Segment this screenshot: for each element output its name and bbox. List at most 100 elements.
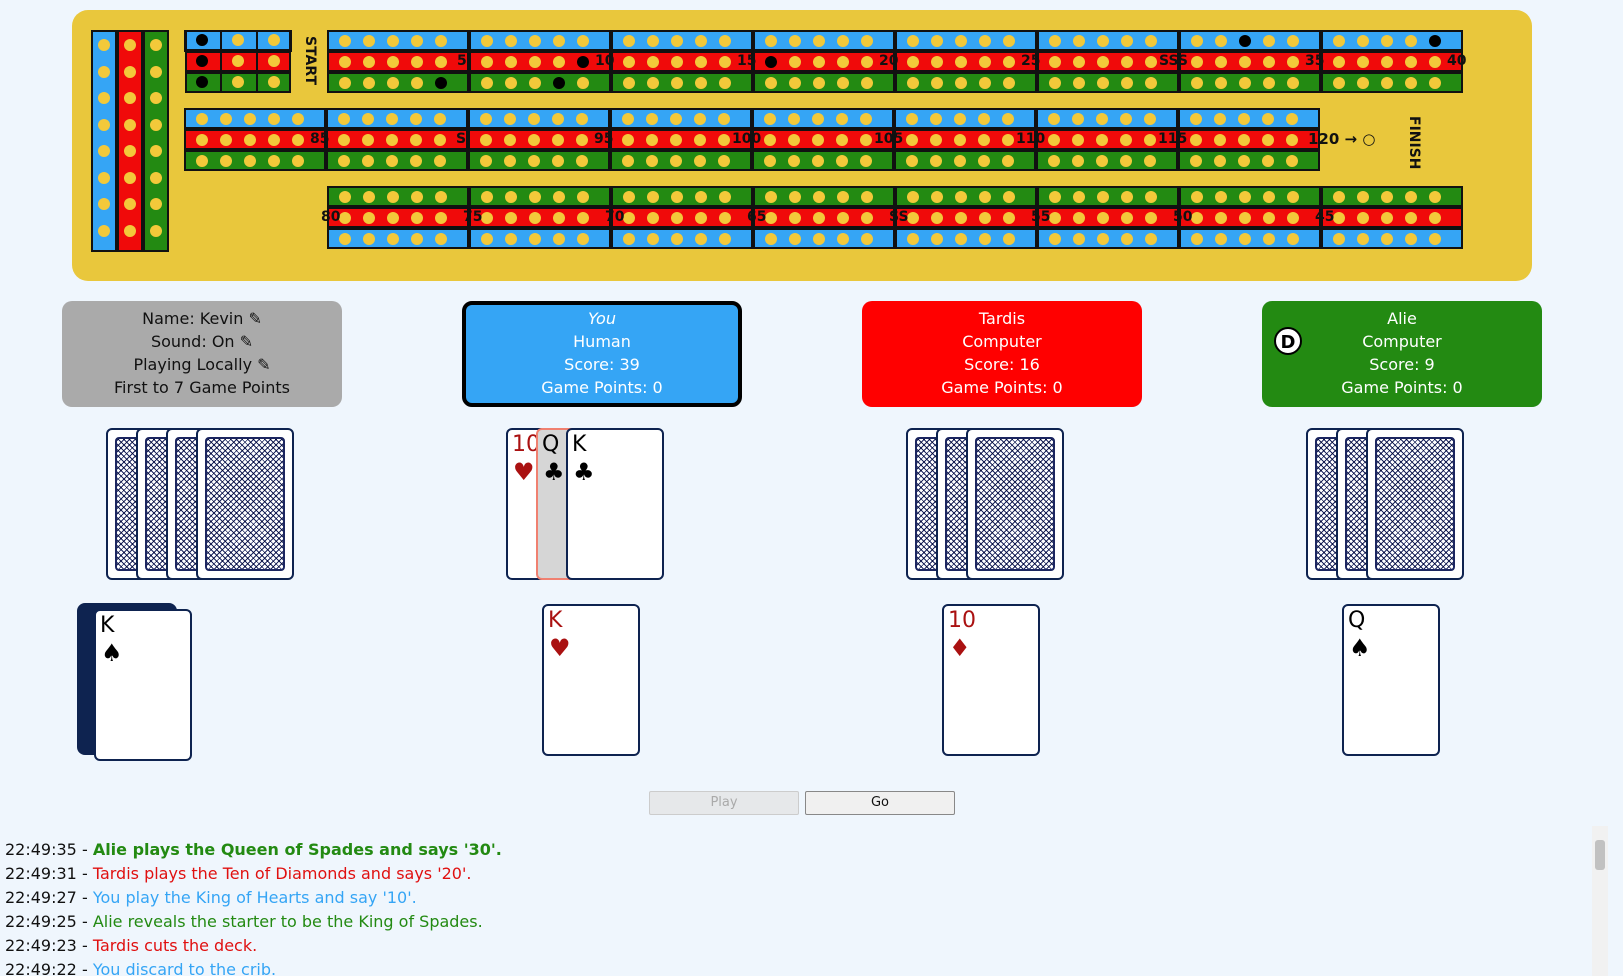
log-entry: 22:49:31 - Tardis plays the Ten of Diamo…: [5, 862, 1595, 886]
pencil-icon[interactable]: ✎: [257, 355, 270, 374]
peg-hole: [718, 112, 730, 125]
played-card-tardis: 10 ♦: [942, 604, 1040, 756]
peg-hole: [1002, 133, 1014, 146]
peg-hole: [907, 34, 919, 47]
peg-hole: [220, 112, 232, 125]
go-button[interactable]: Go: [805, 791, 955, 815]
track-label: 70: [605, 208, 625, 225]
peg-hole: [1191, 190, 1203, 203]
peg-hole: [529, 34, 541, 47]
peg-hole: [196, 112, 208, 125]
peg-hole: [150, 171, 162, 184]
peg-hole: [647, 232, 659, 245]
diamonds-icon: ♦: [949, 634, 971, 662]
peg-hole: [837, 211, 849, 224]
peg-hole: [481, 76, 493, 89]
peg-hole: [1073, 55, 1085, 68]
track-label: 20: [879, 52, 899, 69]
settings-panel: Name: Kevin ✎ Sound: On ✎ Playing Locall…: [62, 301, 342, 407]
peg-hole: [1121, 55, 1133, 68]
peg-hole: [1239, 190, 1251, 203]
peg-hole: [955, 190, 967, 203]
peg-hole: [1429, 211, 1441, 224]
peg-hole: [98, 39, 110, 51]
peg-hole: [718, 133, 730, 146]
peg-hole: [789, 211, 801, 224]
peg: [1429, 34, 1441, 47]
sound-setting[interactable]: Sound: On ✎: [62, 330, 342, 353]
peg-hole: [124, 92, 136, 104]
peg-hole: [435, 55, 447, 68]
peg-hole: [434, 154, 446, 167]
peg-hole: [836, 154, 848, 167]
peg-hole: [789, 190, 801, 203]
divider: [220, 30, 222, 93]
log-entry: 22:49:35 - Alie plays the Queen of Spade…: [5, 838, 1595, 862]
log-time: 22:49:31 -: [5, 864, 93, 883]
peg-hole: [411, 232, 423, 245]
playing-setting[interactable]: Playing Locally ✎: [62, 353, 342, 376]
peg-hole: [906, 154, 918, 167]
log-entry: 22:49:23 - Tardis cuts the deck.: [5, 934, 1595, 958]
log-message: Alie reveals the starter to be the King …: [92, 912, 483, 931]
peg-hole: [1333, 76, 1345, 89]
peg-hole: [861, 190, 873, 203]
name-setting[interactable]: Name: Kevin ✎: [62, 307, 342, 330]
peg-hole: [124, 171, 136, 184]
peg-hole: [124, 118, 136, 131]
peg-hole: [837, 190, 849, 203]
peg-hole: [837, 76, 849, 89]
peg-hole: [1191, 76, 1203, 89]
finish-arrow: 120 → ○: [1308, 130, 1376, 148]
peg-hole: [694, 112, 706, 125]
peg-hole: [1262, 133, 1274, 146]
peg-hole: [978, 112, 990, 125]
peg-hole: [695, 211, 707, 224]
peg-hole: [338, 154, 350, 167]
track-label: 10: [595, 52, 615, 69]
peg-hole: [1097, 55, 1109, 68]
log-time: 22:49:22 -: [5, 960, 93, 976]
peg-hole: [577, 76, 589, 89]
peg-hole: [1049, 232, 1061, 245]
peg-hole: [671, 211, 683, 224]
clubs-icon: ♣: [573, 458, 595, 486]
peg-hole: [553, 211, 565, 224]
peg-hole: [1121, 211, 1133, 224]
peg-hole: [480, 154, 492, 167]
peg-hole: [955, 232, 967, 245]
peg-hole: [931, 76, 943, 89]
peg-hole: [411, 76, 423, 89]
peg-hole: [196, 133, 208, 146]
peg-hole: [836, 112, 848, 125]
peg-hole: [1144, 133, 1156, 146]
card-back: [966, 428, 1064, 580]
peg-hole: [860, 112, 872, 125]
peg-hole: [98, 92, 110, 104]
play-button[interactable]: Play: [649, 791, 799, 815]
peg-hole: [954, 154, 966, 167]
peg-hole: [505, 34, 517, 47]
spades-icon: ♠: [101, 639, 123, 667]
peg-hole: [1097, 211, 1109, 224]
pencil-icon[interactable]: ✎: [240, 332, 253, 351]
peg-hole: [124, 65, 136, 78]
player-panel-alie: D Alie Computer Score: 9 Game Points: 0: [1262, 301, 1542, 407]
peg-hole: [1381, 76, 1393, 89]
track-label: 35: [1305, 52, 1325, 69]
peg-hole: [1215, 211, 1227, 224]
hand-card[interactable]: K ♣: [566, 428, 664, 580]
peg-hole: [1144, 154, 1156, 167]
track-label: 75: [463, 208, 483, 225]
log-scrollbar[interactable]: [1592, 826, 1608, 976]
peg-hole: [955, 34, 967, 47]
peg-hole: [387, 34, 399, 47]
peg-hole: [505, 211, 517, 224]
peg-hole: [1145, 190, 1157, 203]
peg-hole: [788, 154, 800, 167]
peg-hole: [1287, 34, 1299, 47]
peg-hole: [1191, 55, 1203, 68]
pencil-icon[interactable]: ✎: [248, 309, 261, 328]
peg-hole: [1073, 76, 1085, 89]
peg-hole: [812, 154, 824, 167]
